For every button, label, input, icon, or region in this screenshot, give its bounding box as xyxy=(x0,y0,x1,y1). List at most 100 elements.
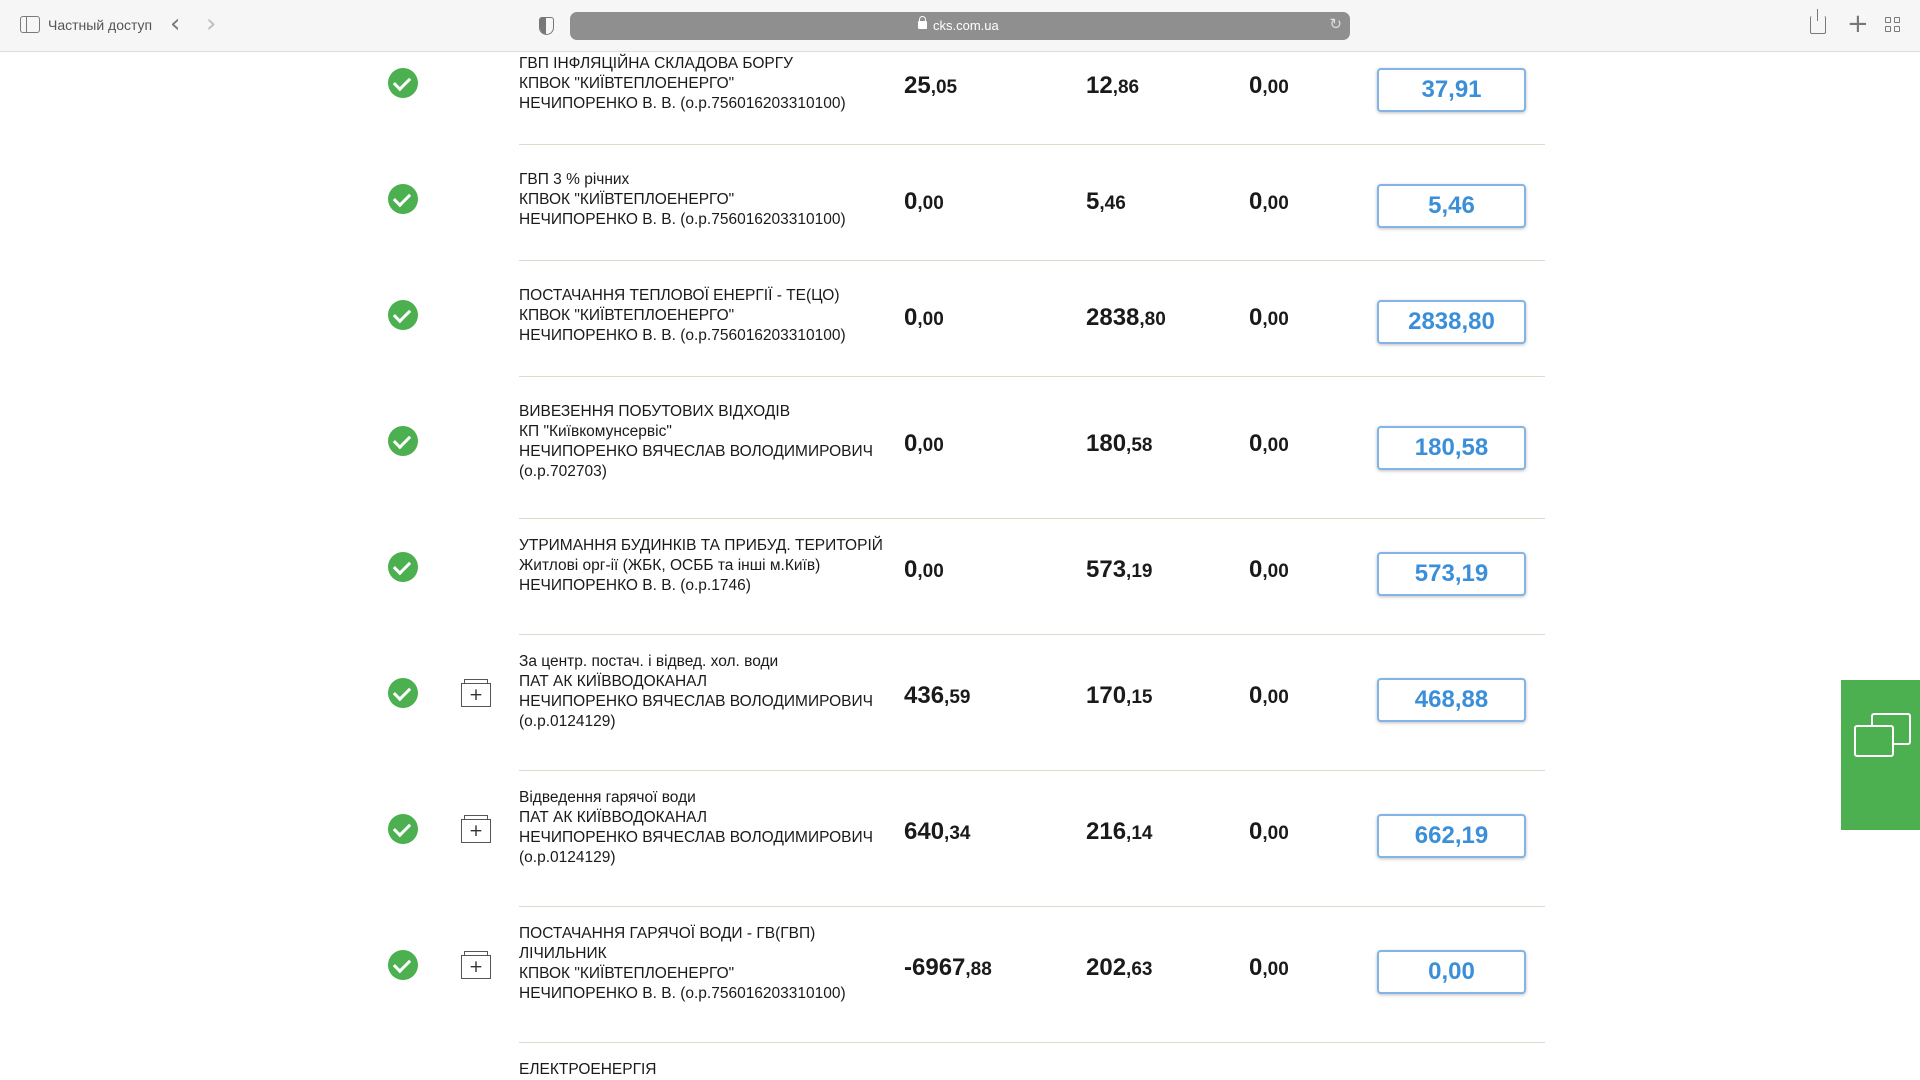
paid-amount-fraction: ,00 xyxy=(1262,193,1289,214)
debt-amount-fraction: ,00 xyxy=(917,309,944,330)
amount-to-pay-input[interactable]: 662,19 xyxy=(1377,814,1526,858)
paid-amount: 0,00 xyxy=(1249,72,1289,100)
debt-amount: 0,00 xyxy=(904,188,944,216)
paid-amount-integer: 0 xyxy=(1249,818,1263,845)
amount-to-pay-input[interactable]: 180,58 xyxy=(1377,426,1526,470)
service-description-line: НЕЧИПОРЕНКО В. В. (о.р.756016203310100) xyxy=(519,95,846,112)
service-description-line: ЛІЧИЛЬНИК xyxy=(519,945,607,962)
amount-to-pay-input[interactable]: 37,91 xyxy=(1377,68,1526,112)
row-divider xyxy=(519,518,1545,519)
paid-amount-integer: 0 xyxy=(1249,954,1263,981)
accrued-amount: 216,14 xyxy=(1086,818,1152,846)
share-icon[interactable] xyxy=(1810,9,1826,34)
accrued-amount-integer: 2838 xyxy=(1086,304,1140,331)
service-description: ГВП 3 % річних КПВОК "КИЇВТЕПЛОЕНЕРГО" НЕЧ… xyxy=(519,170,899,230)
paid-amount-fraction: ,00 xyxy=(1262,823,1289,844)
amount-to-pay-input[interactable]: 2838,80 xyxy=(1377,300,1526,344)
service-description: За центр. постач. і відвед. хол. води ПАТ… xyxy=(519,652,899,732)
paid-amount-fraction: ,00 xyxy=(1262,435,1289,456)
privacy-shield-icon[interactable] xyxy=(539,17,554,35)
accrued-amount: 202,63 xyxy=(1086,954,1152,982)
service-description: Відведення гарячої води ПАТ АК КИЇВВОДОКА… xyxy=(519,788,899,868)
accrued-amount-fraction: ,19 xyxy=(1126,561,1153,582)
plus-sign: + xyxy=(468,957,484,977)
details-box: + xyxy=(461,679,491,707)
accrued-amount-fraction: ,80 xyxy=(1139,309,1166,330)
paid-amount-integer: 0 xyxy=(1249,682,1263,709)
reload-icon[interactable]: ↻ xyxy=(1329,15,1342,33)
service-description-line: КПВОК "КИЇВТЕПЛОЕНЕРГО" xyxy=(519,191,735,208)
paid-amount-integer: 0 xyxy=(1249,188,1263,215)
service-description-line: НЕЧИПОРЕНКО ВЯЧЕСЛАВ ВОЛОДИМИРОВИЧ xyxy=(519,443,873,460)
paid-check-icon xyxy=(388,814,418,844)
accrued-amount-integer: 5 xyxy=(1086,188,1100,215)
debt-amount: 0,00 xyxy=(904,304,944,332)
debt-amount: 0,00 xyxy=(904,430,944,458)
details-box: + xyxy=(461,951,491,979)
row-divider xyxy=(519,634,1545,635)
url-text: cks.com.ua xyxy=(933,18,999,33)
chat-bubble-front xyxy=(1854,725,1894,757)
service-description-line: НЕЧИПОРЕНКО ВЯЧЕСЛАВ ВОЛОДИМИРОВИЧ xyxy=(519,829,873,846)
accrued-amount-fraction: ,86 xyxy=(1112,77,1140,98)
accrued-amount-fraction: ,58 xyxy=(1126,435,1153,456)
add-details-icon[interactable]: + xyxy=(461,949,491,979)
accrued-amount-integer: 202 xyxy=(1086,954,1127,981)
paid-check-icon xyxy=(388,184,418,214)
service-description-line: НЕЧИПОРЕНКО В. В. (о.р.756016203310100) xyxy=(519,327,846,344)
accrued-amount: 180,58 xyxy=(1086,430,1152,458)
paid-amount-fraction: ,00 xyxy=(1262,77,1289,98)
address-bar[interactable]: cks.com.ua ↻ xyxy=(570,12,1350,40)
tab-overview-icon[interactable] xyxy=(1885,17,1901,33)
amount-to-pay-input[interactable]: 573,19 xyxy=(1377,552,1526,596)
paid-amount-integer: 0 xyxy=(1249,430,1263,457)
accrued-amount: 12,86 xyxy=(1086,72,1139,100)
paid-check-icon xyxy=(388,678,418,708)
accrued-amount: 170,15 xyxy=(1086,682,1152,710)
debt-amount-integer: 436 xyxy=(904,682,945,709)
browser-toolbar: Частный доступ ‹ › cks.com.ua ↻ + xyxy=(0,0,1920,52)
service-description-line: ГВП 3 % річних xyxy=(519,171,630,188)
service-description-line: НЕЧИПОРЕНКО ВЯЧЕСЛАВ ВОЛОДИМИРОВИЧ xyxy=(519,693,873,710)
debt-amount-fraction: ,88 xyxy=(965,959,992,980)
paid-amount-fraction: ,00 xyxy=(1262,959,1289,980)
paid-check-icon xyxy=(388,426,418,456)
service-description: УТРИМАННЯ БУДИНКІВ ТА ПРИБУД. ТЕРИТОРІЙ Ж… xyxy=(519,536,899,596)
service-description-line: ВИВЕЗЕННЯ ПОБУТОВИХ ВІДХОДІВ xyxy=(519,403,791,420)
paid-check-icon xyxy=(388,552,418,582)
service-description-line: ЕЛЕКТРОЕНЕРГІЯ xyxy=(519,1061,657,1078)
add-details-icon[interactable]: + xyxy=(461,813,491,843)
paid-amount: 0,00 xyxy=(1249,682,1289,710)
service-description-line: (о.р.702703) xyxy=(519,463,607,480)
service-description: ГВП ІНФЛЯЦІЙНА СКЛАДОВА БОРГУ КПВОК "КИЇВ… xyxy=(519,54,899,114)
debt-amount-integer: 0 xyxy=(904,188,918,215)
amount-to-pay-input[interactable]: 468,88 xyxy=(1377,678,1526,722)
paid-check-icon xyxy=(388,300,418,330)
service-description-line: КПВОК "КИЇВТЕПЛОЕНЕРГО" xyxy=(519,965,735,982)
paid-amount: 0,00 xyxy=(1249,188,1289,216)
forward-icon[interactable]: › xyxy=(206,11,216,37)
accrued-amount-integer: 573 xyxy=(1086,556,1127,583)
sidebar-toggle-icon[interactable] xyxy=(20,16,40,33)
accrued-amount-integer: 180 xyxy=(1086,430,1127,457)
paid-amount: 0,00 xyxy=(1249,430,1289,458)
service-description-line: КПВОК "КИЇВТЕПЛОЕНЕРГО" xyxy=(519,307,735,324)
amount-to-pay-input[interactable]: 0,00 xyxy=(1377,950,1526,994)
add-details-icon[interactable]: + xyxy=(461,677,491,707)
back-icon[interactable]: ‹ xyxy=(170,11,180,37)
paid-amount-integer: 0 xyxy=(1249,304,1263,331)
accrued-amount: 573,19 xyxy=(1086,556,1152,584)
service-description-line: ПОСТАЧАННЯ ГАРЯЧОЇ ВОДИ - ГВ(ГВП) xyxy=(519,925,816,942)
debt-amount-integer: -6967 xyxy=(904,954,966,981)
row-divider xyxy=(519,376,1545,377)
amount-to-pay-input[interactable]: 5,46 xyxy=(1377,184,1526,228)
accrued-amount-fraction: ,63 xyxy=(1126,959,1153,980)
service-description-line: (о.р.0124129) xyxy=(519,849,616,866)
new-tab-icon[interactable]: + xyxy=(1847,9,1869,39)
paid-amount-fraction: ,00 xyxy=(1262,687,1289,708)
row-divider xyxy=(519,260,1545,261)
chat-widget-button[interactable] xyxy=(1841,680,1920,830)
debt-amount-integer: 0 xyxy=(904,304,918,331)
service-description-line: Житлові орг-ії (ЖБК, ОСББ та інші м.Київ… xyxy=(519,557,821,574)
accrued-amount-integer: 216 xyxy=(1086,818,1127,845)
